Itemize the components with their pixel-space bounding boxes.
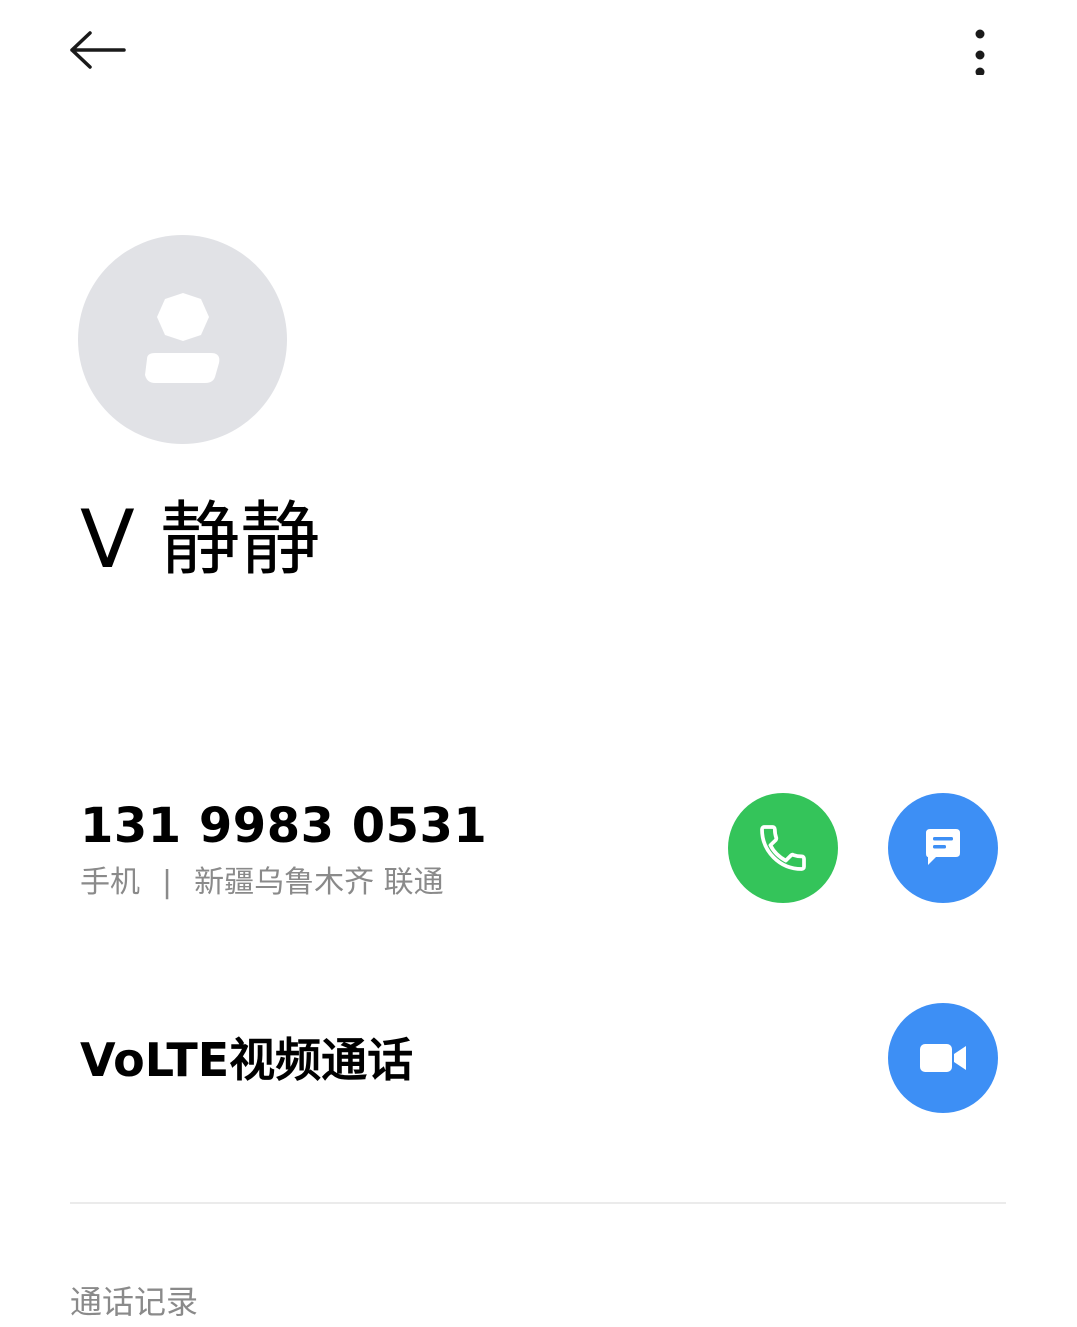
- section-divider: [70, 1202, 1006, 1204]
- phone-meta-separator: |: [162, 865, 173, 900]
- volte-video-call-label[interactable]: VoLTE视频通话: [80, 1030, 413, 1090]
- video-call-button[interactable]: [888, 1003, 998, 1113]
- phone-icon: [760, 825, 806, 871]
- phone-number[interactable]: 131 9983 0531: [80, 796, 487, 856]
- contact-avatar[interactable]: [78, 235, 287, 444]
- call-history-heading: 通话记录: [70, 1283, 199, 1321]
- back-button[interactable]: [60, 20, 132, 80]
- video-camera-icon: [920, 1044, 966, 1072]
- message-button[interactable]: [888, 793, 998, 903]
- phone-type-label: 手机: [80, 865, 140, 900]
- person-placeholder-icon: [144, 292, 219, 383]
- contact-name: V 静静: [80, 493, 321, 586]
- call-button[interactable]: [728, 793, 838, 903]
- message-icon: [926, 829, 960, 865]
- more-vertical-icon: [975, 29, 985, 75]
- phone-location-label: 新疆乌鲁木齐 联通: [194, 865, 444, 900]
- more-options-button[interactable]: [950, 20, 1010, 80]
- arrow-left-icon: [70, 31, 126, 69]
- phone-meta: 手机 | 新疆乌鲁木齐 联通: [80, 862, 444, 904]
